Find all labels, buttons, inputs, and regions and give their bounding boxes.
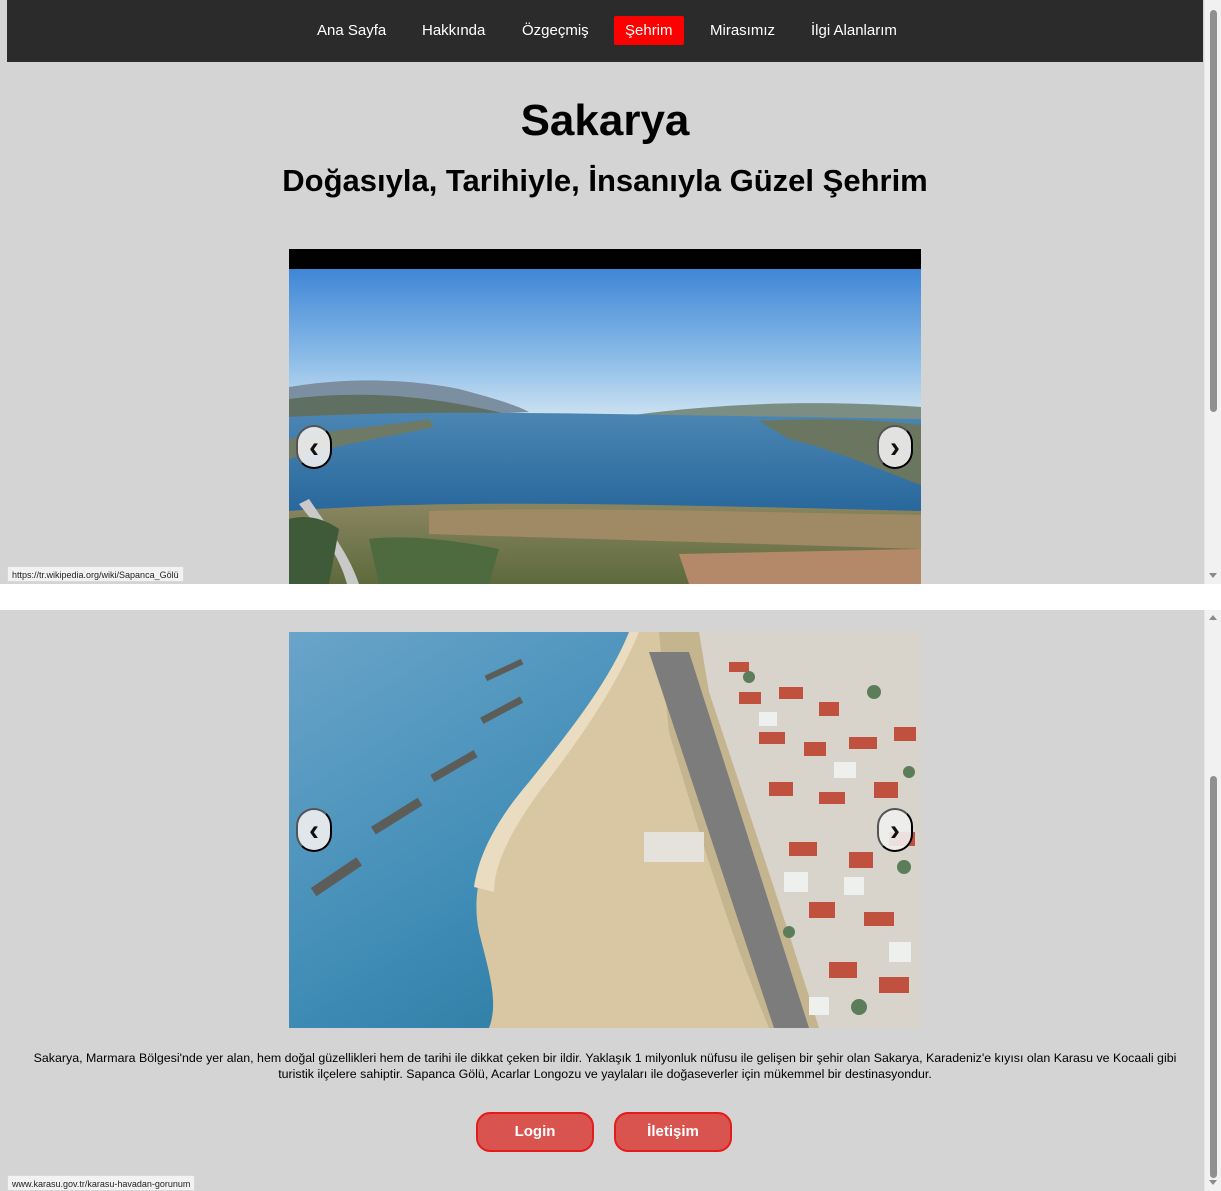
nav-item-ilgi-alanlarim[interactable]: İlgi Alanlarım: [800, 16, 908, 45]
nav-item-ana-sayfa[interactable]: Ana Sayfa: [306, 16, 397, 45]
scrollbar-bottom[interactable]: [1204, 610, 1221, 1191]
scrollbar-thumb[interactable]: [1210, 10, 1217, 412]
nav-item-ozgecmis[interactable]: Özgeçmiş: [511, 16, 600, 45]
nav-item-sehrim[interactable]: Şehrim: [614, 16, 684, 45]
nav-item-hakkinda[interactable]: Hakkında: [411, 16, 496, 45]
sapanca-lake-image: [289, 249, 921, 584]
navbar: Ana Sayfa Hakkında Özgeçmiş Şehrim Miras…: [7, 0, 1203, 62]
carousel-slide-sapanca[interactable]: [289, 249, 921, 584]
carousel-next-button-2[interactable]: ›: [877, 808, 913, 852]
carousel-slide-karasu[interactable]: [289, 632, 921, 1028]
city-description: Sakarya, Marmara Bölgesi'nde yer alan, h…: [33, 1051, 1177, 1081]
login-button[interactable]: Login: [476, 1112, 594, 1152]
scrollbar-top[interactable]: [1204, 0, 1221, 584]
browser-viewport-bottom: ‹ › Sakarya, Marmara Bölgesi'nde yer ala…: [0, 610, 1221, 1191]
karasu-coast-image: [289, 632, 921, 1028]
carousel-prev-button-2[interactable]: ‹: [296, 808, 332, 852]
scrollbar-thumb-2[interactable]: [1210, 776, 1217, 1178]
link-status-url-2: www.karasu.gov.tr/karasu-havadan-gorunum: [7, 1175, 196, 1191]
browser-viewport-top: Ana Sayfa Hakkında Özgeçmiş Şehrim Miras…: [0, 0, 1221, 584]
scroll-up-arrow-icon[interactable]: [1209, 615, 1217, 620]
page-subtitle: Doğasıyla, Tarihiyle, İnsanıyla Güzel Şe…: [282, 163, 928, 198]
link-status-url: https://tr.wikipedia.org/wiki/Sapanca_Gö…: [7, 566, 184, 582]
carousel-prev-button[interactable]: ‹: [296, 425, 332, 469]
contact-button[interactable]: İletişim: [614, 1112, 732, 1152]
carousel-next-button[interactable]: ›: [877, 425, 913, 469]
page-title: Sakarya: [520, 96, 690, 145]
scroll-down-arrow-icon[interactable]: [1209, 573, 1217, 578]
nav-item-mirasimiz[interactable]: Mirasımız: [699, 16, 786, 45]
scroll-down-arrow-icon-2[interactable]: [1209, 1180, 1217, 1185]
